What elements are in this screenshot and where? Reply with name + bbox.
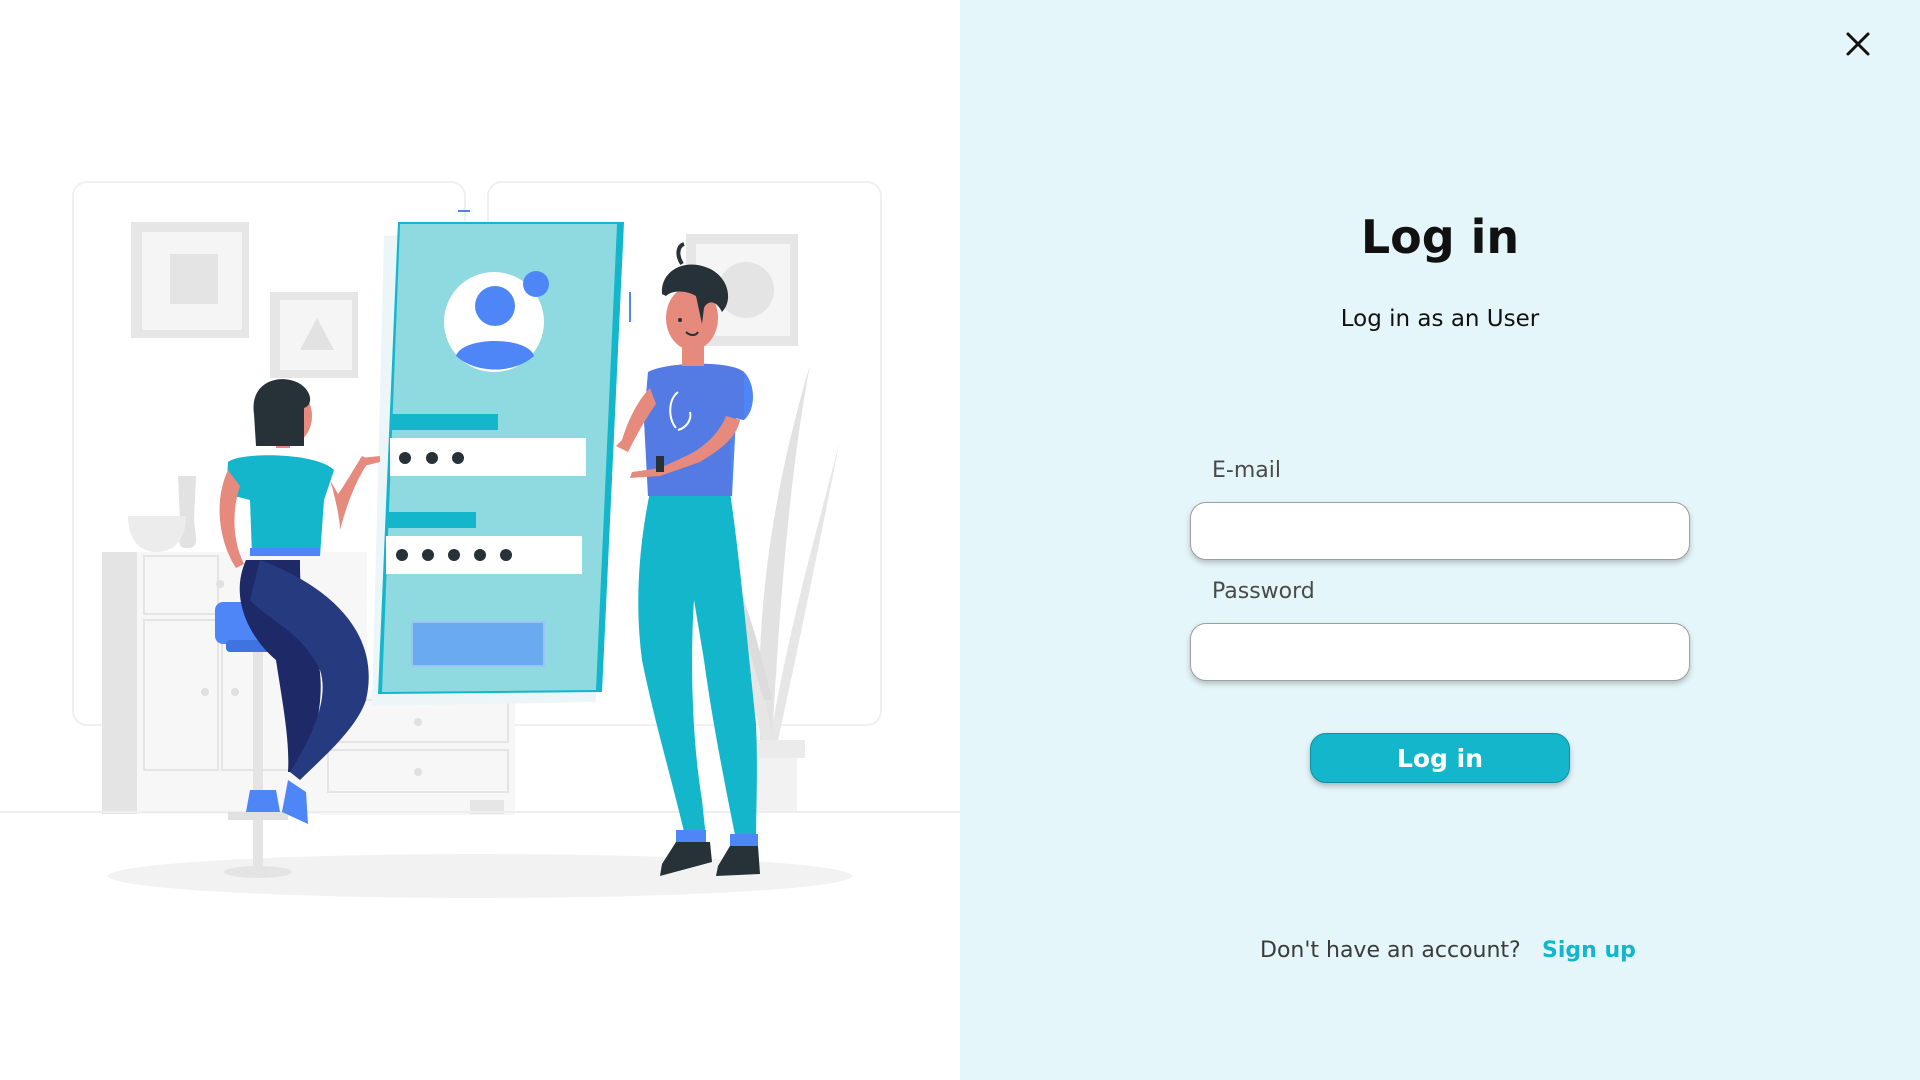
signup-link[interactable]: Sign up: [1542, 938, 1636, 963]
picture-frame-triangle: [270, 292, 358, 378]
page-subtitle: Log in as an User: [1340, 306, 1540, 332]
page-title: Log in: [1360, 210, 1520, 264]
login-panel: Log in Log in as an User E-mail Password…: [960, 0, 1920, 1080]
login-page: Log in Log in as an User E-mail Password…: [0, 0, 1920, 1080]
signup-prompt: Don't have an account?: [1260, 938, 1521, 963]
email-field[interactable]: [1190, 502, 1690, 560]
close-icon: [1846, 32, 1870, 56]
login-button[interactable]: Log in: [1310, 733, 1570, 783]
login-illustration: [0, 181, 960, 898]
password-label: Password: [1212, 579, 1315, 604]
close-button[interactable]: [1836, 22, 1880, 66]
illustration-panel: [0, 0, 960, 1080]
email-label: E-mail: [1212, 458, 1281, 483]
picture-frame-square: [131, 222, 249, 338]
phone-screen: [372, 210, 631, 706]
password-field[interactable]: [1190, 623, 1690, 681]
